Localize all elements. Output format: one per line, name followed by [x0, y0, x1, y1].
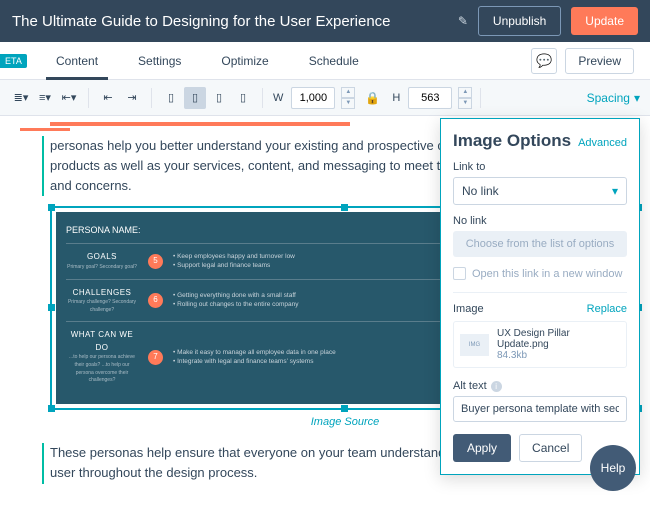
- resize-handle[interactable]: [48, 405, 55, 412]
- separator: [262, 88, 263, 108]
- align-right-icon[interactable]: ▯: [208, 87, 230, 109]
- replace-link[interactable]: Replace: [587, 303, 627, 315]
- align-center-icon[interactable]: ▯: [184, 87, 206, 109]
- resize-handle[interactable]: [48, 304, 55, 311]
- unpublish-button[interactable]: Unpublish: [478, 6, 561, 36]
- info-icon[interactable]: i: [491, 381, 502, 392]
- options-placeholder: Choose from the list of options: [453, 231, 627, 257]
- checkbox-icon: [453, 267, 466, 280]
- app-header: The Ultimate Guide to Designing for the …: [0, 0, 650, 42]
- preview-button[interactable]: Preview: [565, 48, 634, 74]
- list-ul-icon[interactable]: ≣▾: [10, 87, 32, 109]
- separator: [151, 88, 152, 108]
- beta-badge: ETA: [0, 54, 27, 68]
- alt-text-label: Alt text: [453, 380, 487, 392]
- height-label: H: [392, 92, 400, 104]
- align-left-icon[interactable]: ▯: [160, 87, 182, 109]
- link-to-label: Link to: [453, 161, 627, 173]
- tab-settings[interactable]: Settings: [118, 42, 201, 79]
- separator: [88, 88, 89, 108]
- float-icon[interactable]: ▯: [232, 87, 254, 109]
- tab-strip: ETA Content Settings Optimize Schedule 💬…: [0, 42, 650, 80]
- edit-title-icon[interactable]: ✎: [458, 14, 468, 28]
- width-label: W: [273, 92, 283, 104]
- file-row: IMG UX Design Pillar Update.png 84.3kb: [453, 321, 627, 368]
- apply-button[interactable]: Apply: [453, 434, 511, 462]
- resize-handle[interactable]: [341, 204, 348, 211]
- tab-content[interactable]: Content: [36, 42, 118, 79]
- link-to-select[interactable]: No link ▾: [453, 177, 627, 205]
- select-value: No link: [462, 184, 499, 198]
- chevron-down-icon: ▾: [634, 91, 640, 105]
- alt-text-input[interactable]: [453, 396, 627, 422]
- separator: [480, 88, 481, 108]
- lock-aspect-icon[interactable]: 🔒: [365, 91, 380, 105]
- file-size: 84.3kb: [497, 350, 620, 361]
- cancel-button[interactable]: Cancel: [519, 434, 582, 462]
- height-spinner[interactable]: ▲▼: [458, 87, 472, 109]
- help-fab[interactable]: Help: [590, 445, 636, 491]
- new-window-checkbox[interactable]: Open this link in a new window: [453, 267, 627, 280]
- selection-bar: [50, 122, 350, 126]
- chevron-down-icon: ▾: [612, 184, 618, 198]
- width-spinner[interactable]: ▲▼: [341, 87, 355, 109]
- panel-title: Image Options: [453, 131, 571, 151]
- revision-marker: [20, 128, 70, 131]
- image-options-panel: Image Options Advanced Link to No link ▾…: [440, 118, 640, 475]
- advanced-link[interactable]: Advanced: [578, 137, 627, 149]
- tab-optimize[interactable]: Optimize: [201, 42, 288, 79]
- divider: [453, 292, 627, 293]
- file-name: UX Design Pillar Update.png: [497, 328, 620, 350]
- image-section-label: Image: [453, 303, 484, 315]
- resize-handle[interactable]: [341, 405, 348, 412]
- height-input[interactable]: [408, 87, 452, 109]
- update-button[interactable]: Update: [571, 7, 638, 35]
- file-thumbnail: IMG: [460, 334, 489, 356]
- list-ol-icon[interactable]: ≡▾: [34, 87, 56, 109]
- indent-decrease-icon[interactable]: ⇤▾: [58, 87, 80, 109]
- page-title: The Ultimate Guide to Designing for the …: [12, 13, 448, 30]
- width-input[interactable]: [291, 87, 335, 109]
- comments-icon[interactable]: 💬: [531, 48, 557, 74]
- tab-schedule[interactable]: Schedule: [289, 42, 379, 79]
- spacing-dropdown[interactable]: Spacing ▾: [587, 91, 640, 105]
- checkbox-label: Open this link in a new window: [472, 268, 622, 280]
- outdent-icon[interactable]: ⇤: [97, 87, 119, 109]
- resize-handle[interactable]: [48, 204, 55, 211]
- spacing-label: Spacing: [587, 91, 630, 105]
- indent-icon[interactable]: ⇥: [121, 87, 143, 109]
- no-link-label: No link: [453, 215, 627, 227]
- rich-text-toolbar: ≣▾ ≡▾ ⇤▾ ⇤ ⇥ ▯ ▯ ▯ ▯ W ▲▼ 🔒 H ▲▼ Spacing…: [0, 80, 650, 116]
